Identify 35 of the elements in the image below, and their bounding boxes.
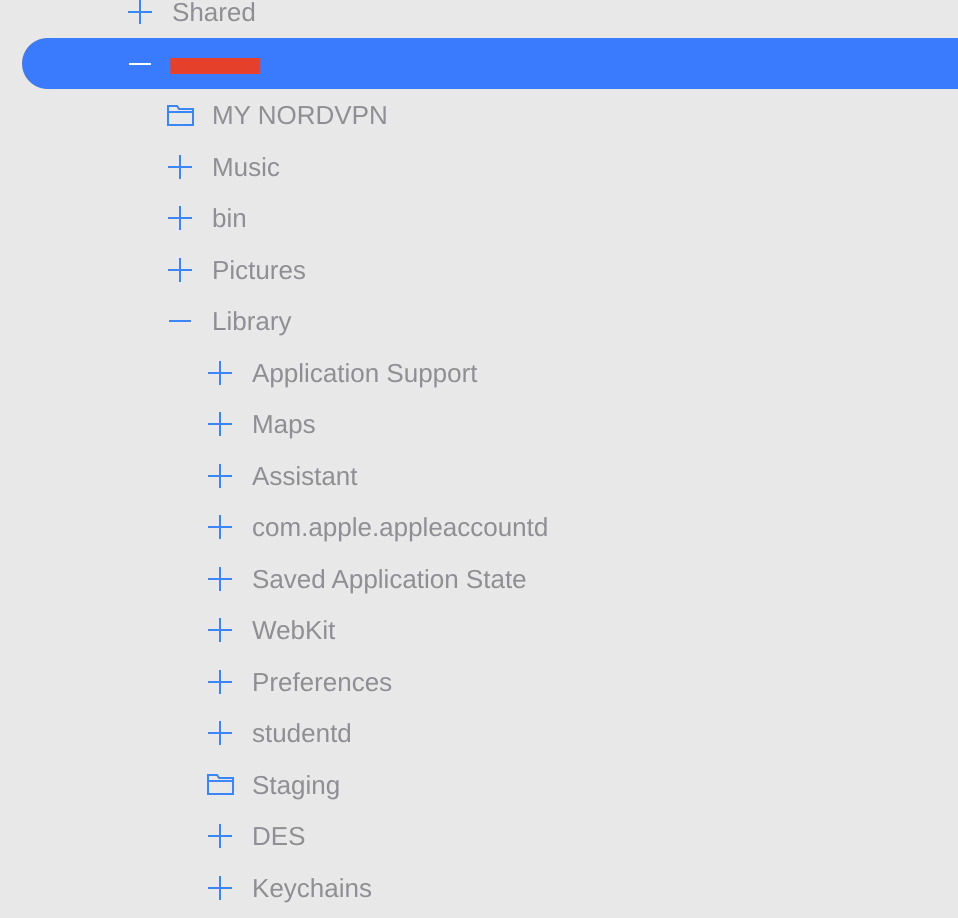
tree-row[interactable]: studentd	[22, 707, 958, 759]
plus-icon[interactable]	[208, 824, 232, 848]
tree-row[interactable]: Saved Application State	[22, 552, 958, 604]
tree-row[interactable]: Library	[22, 295, 958, 347]
minus-icon[interactable]	[129, 62, 151, 64]
plus-icon[interactable]	[168, 154, 192, 178]
plus-icon[interactable]	[128, 0, 152, 24]
plus-icon[interactable]	[208, 721, 232, 745]
tree-row[interactable]: Keychains	[22, 862, 958, 914]
tree-row[interactable]: Preferences	[22, 656, 958, 708]
plus-icon[interactable]	[168, 258, 192, 282]
plus-icon[interactable]	[208, 515, 232, 539]
folder-icon	[206, 774, 234, 795]
plus-icon[interactable]	[208, 670, 232, 694]
tree-row[interactable]: Application Support	[22, 346, 958, 398]
plus-icon[interactable]	[208, 566, 232, 590]
plus-icon[interactable]	[168, 206, 192, 230]
tree-row[interactable]: Maps	[22, 398, 958, 450]
tree-row[interactable]: Pictures	[22, 244, 958, 296]
plus-icon[interactable]	[208, 618, 232, 642]
tree-row[interactable]	[22, 38, 958, 90]
tree-row[interactable]: MY NORDVPN	[22, 89, 958, 141]
plus-icon[interactable]	[208, 360, 232, 384]
tree-row[interactable]: Assistant	[22, 450, 958, 502]
plus-icon[interactable]	[208, 876, 232, 900]
plus-icon[interactable]	[208, 412, 232, 436]
tree-row[interactable]: DES	[22, 810, 958, 862]
tree-row[interactable]: com.apple.appleaccountd	[22, 501, 958, 553]
tree-row[interactable]: Staging	[22, 758, 958, 810]
tree-row[interactable]: WebKit	[22, 604, 958, 656]
plus-icon[interactable]	[208, 464, 232, 488]
folder-icon	[166, 104, 194, 126]
tree-row[interactable]: Shared	[22, 0, 958, 38]
tree-row[interactable]: bin	[22, 192, 958, 244]
tree-row[interactable]: Music	[22, 140, 958, 192]
